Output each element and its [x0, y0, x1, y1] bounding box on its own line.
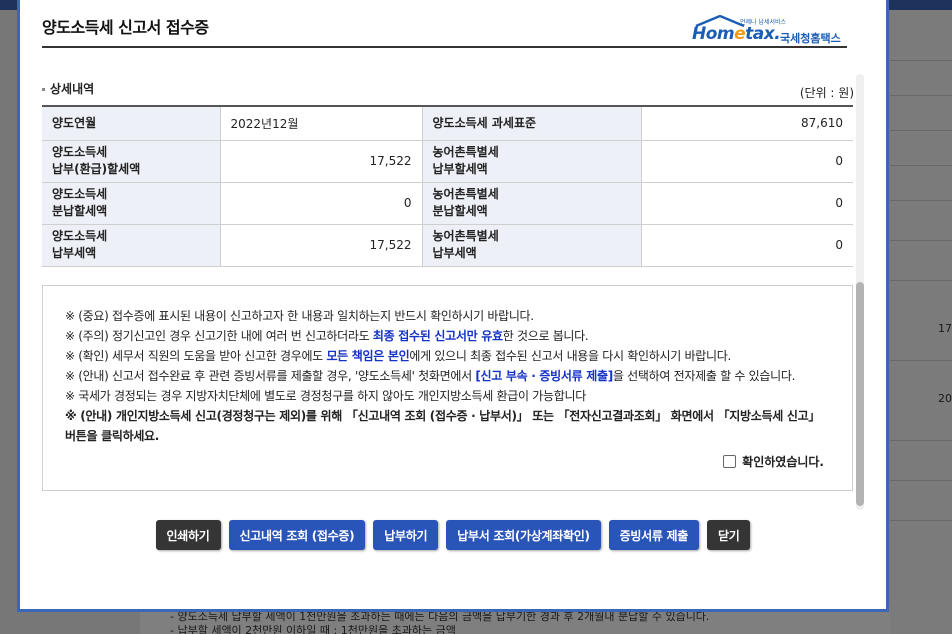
notice-emphasis: 모든 책임은 본인 — [326, 349, 410, 363]
logo-brand-part: e — [734, 24, 746, 44]
confirm-checkbox[interactable] — [723, 455, 737, 468]
notice-text: 에게 있으니 최종 접수된 신고서 내용을 다시 확인하시기 바랍니다. — [409, 349, 731, 363]
pay-button[interactable]: 납부하기 — [373, 520, 439, 550]
notice-line: ※ (주의) 정기신고인 경우 신고기한 내에 여러 번 신고하더라도 최종 접… — [65, 326, 830, 346]
button-bar: 인쇄하기 신고내역 조회 (접수증) 납부하기 납부서 조회(가상계좌확인) 증… — [20, 520, 886, 550]
notice-emphasis: [신고 부속 · 증빙서류 제출] — [475, 369, 613, 383]
notice-line-red: ※ (안내) 개인지방소득세 신고(경정청구는 제외)를 위해 「신고내역 조회… — [65, 409, 821, 443]
logo-korean: 국세청홈택스 — [780, 32, 841, 45]
table-row: 양도소득세 납부세액 17,522 농어촌특별세 납부세액 0 — [42, 224, 853, 267]
table-row: 양도연월 2022년12월 양도소득세 과세표준 87,610 — [42, 106, 853, 141]
confirm-label: 확인하였습니다. — [742, 455, 824, 469]
row-value: 17,522 — [220, 224, 423, 267]
row-label: 농어촌특별세 납부세액 — [422, 224, 642, 267]
logo-brand: Hometax. — [692, 24, 781, 44]
modal-scroll-content: 상세내역 (단위 : 원) 양도연월 2022년12월 양도소득세 과세표준 8… — [42, 70, 868, 510]
row-label: 농어촌특별세 납부할세액 — [422, 140, 642, 183]
detail-table: 양도연월 2022년12월 양도소득세 과세표준 87,610 양도소득세 납부… — [42, 105, 853, 267]
row-label: 농어촌특별세 분납할세액 — [422, 182, 642, 225]
table-row: 양도소득세 납부(환급)할세액 17,522 농어촌특별세 납부할세액 0 — [42, 140, 853, 183]
print-button[interactable]: 인쇄하기 — [155, 520, 221, 550]
modal-title: 양도소득세 신고서 접수증 — [42, 18, 209, 37]
row-label: 양도소득세 분납할세액 — [42, 182, 221, 225]
row-value: 0 — [641, 140, 853, 183]
row-label: 양도소득세 납부(환급)할세액 — [42, 140, 221, 183]
row-value: 0 — [641, 182, 853, 225]
row-value: 0 — [220, 182, 423, 225]
confirm-checkbox-row[interactable]: 확인하였습니다. — [723, 453, 824, 470]
row-value: 17,522 — [220, 140, 423, 183]
notice-emphasis: 최종 접수된 신고서만 유효 — [372, 329, 503, 343]
unit-label: (단위 : 원) — [799, 86, 854, 100]
report-history-button[interactable]: 신고내역 조회 (접수증) — [228, 520, 366, 550]
close-button[interactable]: 닫기 — [706, 520, 751, 550]
section-title: 상세내역 — [42, 80, 94, 97]
notice-text: 을 선택하여 전자제출 할 수 있습니다. — [612, 369, 796, 383]
notice-line: ※ 국세가 경정되는 경우 지방자치단체에 별도로 경정청구를 하지 않아도 개… — [65, 389, 586, 403]
row-label: 양도소득세 과세표준 — [422, 106, 642, 141]
table-row: 양도소득세 분납할세액 0 농어촌특별세 분납할세액 0 — [42, 182, 853, 225]
notice-line: ※ (확인) 세무서 직원의 도움을 받아 신고한 경우에도 모든 책임은 본인… — [65, 346, 830, 366]
notice-box: ※ (중요) 접수증에 표시된 내용이 신고하고자 한 내용과 일치하는지 반드… — [42, 285, 853, 491]
payment-bill-button[interactable]: 납부서 조회(가상계좌확인) — [446, 520, 601, 550]
row-value: 0 — [641, 224, 853, 267]
hometax-logo: 언제나 납세서비스 Hometax. 국세청홈택스 — [692, 12, 852, 46]
row-label: 양도연월 — [42, 106, 221, 141]
notice-text: 한 것으로 봅니다. — [502, 329, 589, 343]
row-value: 87,610 — [641, 106, 853, 141]
title-divider — [42, 46, 847, 48]
notice-line: ※ (중요) 접수증에 표시된 내용이 신고하고자 한 내용과 일치하는지 반드… — [65, 309, 534, 323]
logo-brand-part: tax. — [745, 24, 781, 44]
row-value: 2022년12월 — [220, 106, 423, 141]
notice-text: ※ (주의) 정기신고인 경우 신고기한 내에 여러 번 신고하더라도 — [65, 329, 373, 343]
notice-text: ※ (확인) 세무서 직원의 도움을 받아 신고한 경우에도 — [65, 349, 327, 363]
receipt-modal: 양도소득세 신고서 접수증 언제나 납세서비스 Hometax. 국세청홈택스 … — [17, 0, 889, 612]
notice-text: ※ (안내) 신고서 접수완료 후 관련 증빙서류를 제출할 경우, '양도소득… — [65, 369, 476, 383]
row-label: 양도소득세 납부세액 — [42, 224, 221, 267]
notice-line: ※ (안내) 신고서 접수완료 후 관련 증빙서류를 제출할 경우, '양도소득… — [65, 366, 830, 386]
submit-evidence-button[interactable]: 증빙서류 제출 — [608, 520, 699, 550]
logo-brand-part: Hom — [692, 24, 735, 44]
scrollbar-thumb[interactable] — [856, 282, 864, 506]
